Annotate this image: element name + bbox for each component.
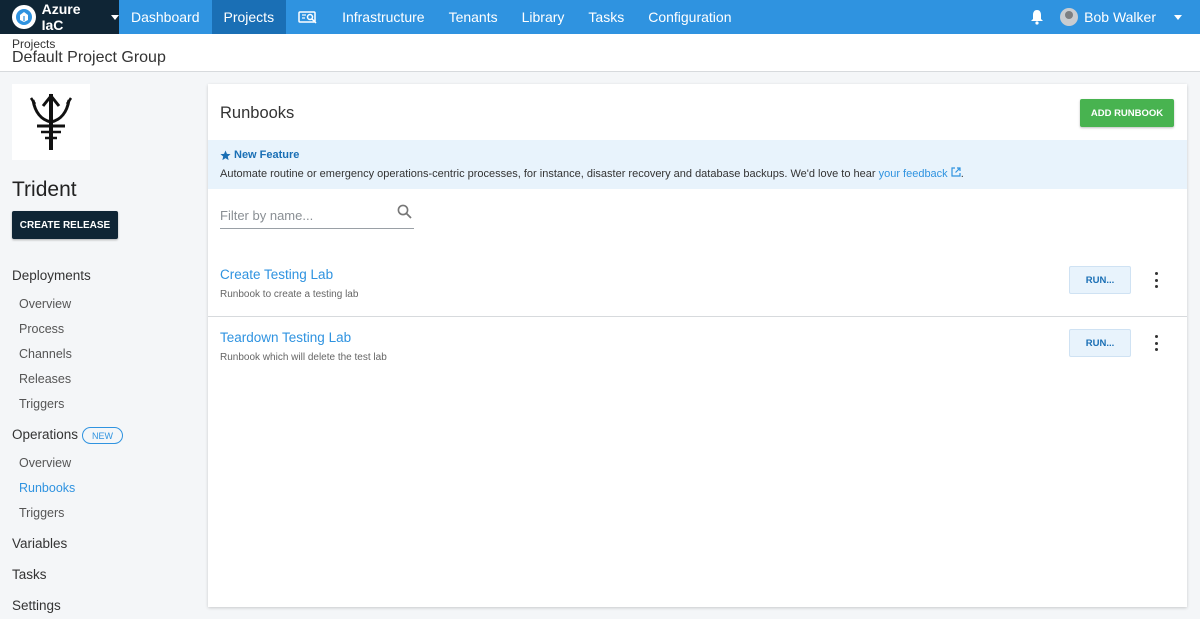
new-badge: NEW [82,427,123,444]
runbook-row[interactable]: Teardown Testing Lab Runbook which will … [208,317,1187,380]
sidebar-item-operations-triggers[interactable]: Triggers [19,506,64,520]
page-header: Projects Default Project Group [0,34,1200,72]
runbook-row[interactable]: Create Testing Lab Runbook to create a t… [208,254,1187,317]
star-icon [220,149,231,160]
callout-text: Automate routine or emergency operations… [220,167,964,180]
infrastructure-icon [298,11,317,24]
avatar [1060,8,1079,26]
space-name: Azure IaC [41,1,81,33]
chevron-down-icon [1174,14,1182,20]
more-vert-icon[interactable] [1152,335,1160,351]
nav-library[interactable]: Library [510,0,577,34]
sidebar-item-deployments-overview[interactable]: Overview [19,297,71,311]
bell-icon[interactable] [1014,0,1060,34]
callout-body: Automate routine or emergency operations… [220,168,879,180]
nav-infrastructure[interactable]: Infrastructure [330,0,436,34]
panel-title: Runbooks [220,104,295,122]
top-nav: Azure IaC Dashboard Projects Infrastruct… [0,0,1200,34]
callout-end: . [960,168,964,180]
sidebar-item-channels[interactable]: Channels [19,347,72,361]
runbooks-panel: Runbooks ADD RUNBOOK New Feature Automat… [208,84,1187,607]
external-link-icon [951,167,961,177]
filter-field [220,201,414,229]
filter-input[interactable] [220,205,390,225]
nav-projects[interactable]: Projects [211,0,287,34]
project-name: Trident [12,178,77,201]
sidebar-item-tasks[interactable]: Tasks [12,567,47,582]
nav-configuration[interactable]: Configuration [636,0,743,34]
search-icon[interactable] [397,204,412,219]
sidebar-item-releases[interactable]: Releases [19,372,71,386]
space-switcher[interactable]: Azure IaC [0,0,119,34]
runbook-description: Runbook which will delete the test lab [220,352,387,363]
runbook-name[interactable]: Teardown Testing Lab [220,330,351,345]
nav-tasks[interactable]: Tasks [576,0,636,34]
sidebar-group-operations[interactable]: Operations [12,427,78,442]
nav-tenants[interactable]: Tenants [437,0,510,34]
user-menu[interactable]: Bob Walker [1060,0,1200,34]
nav-dashboard[interactable]: Dashboard [119,0,212,34]
runbook-description: Runbook to create a testing lab [220,289,359,300]
page-title: Default Project Group [12,49,166,66]
callout-title: New Feature [220,149,299,161]
sidebar-item-runbooks[interactable]: Runbooks [19,481,75,495]
callout-title-text: New Feature [234,149,300,161]
feedback-link-text: your feedback [878,168,948,180]
sidebar-item-settings[interactable]: Settings [12,598,61,613]
feedback-link[interactable]: your feedback [878,167,961,180]
run-button[interactable]: RUN... [1069,266,1131,294]
run-button[interactable]: RUN... [1069,329,1131,357]
runbook-name[interactable]: Create Testing Lab [220,267,333,282]
create-release-button[interactable]: CREATE RELEASE [12,211,118,239]
chevron-down-icon [111,14,119,20]
user-name: Bob Walker [1084,9,1156,25]
octopus-logo-icon [12,5,36,29]
sidebar-item-deployment-triggers[interactable]: Triggers [19,397,64,411]
sidebar-item-variables[interactable]: Variables [12,536,67,551]
sidebar-item-operations-overview[interactable]: Overview [19,456,71,470]
sidebar-item-process[interactable]: Process [19,322,64,336]
nav-infrastructure-icon-button[interactable] [286,0,330,34]
more-vert-icon[interactable] [1152,272,1160,288]
sidebar-group-deployments[interactable]: Deployments [12,268,91,283]
sidebar: Trident CREATE RELEASE Deployments Overv… [0,72,200,619]
new-feature-callout: New Feature Automate routine or emergenc… [208,140,1187,189]
trident-logo-icon [12,84,90,160]
add-runbook-button[interactable]: ADD RUNBOOK [1080,99,1174,127]
